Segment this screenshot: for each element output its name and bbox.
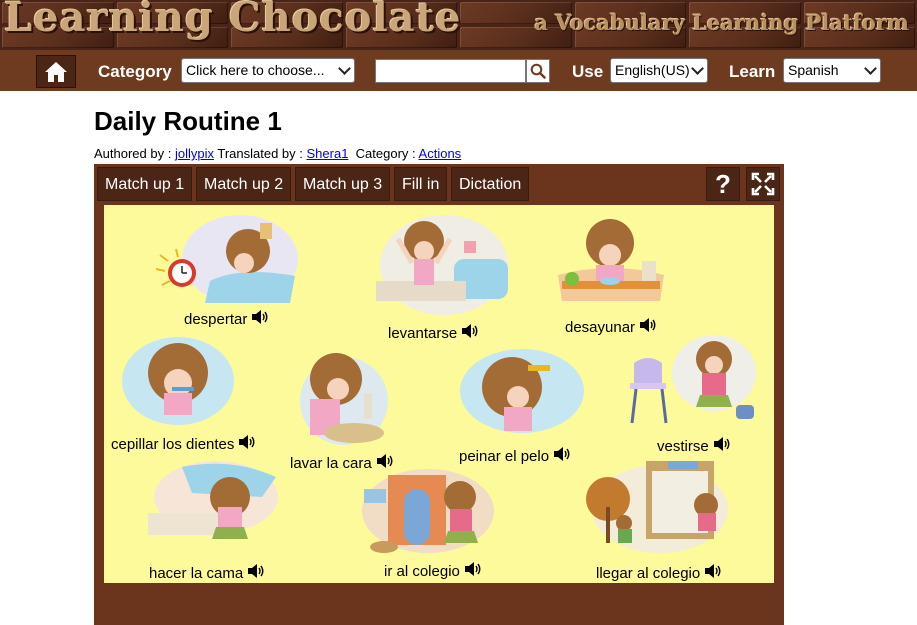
use-language-select[interactable]: English(US)	[610, 58, 708, 83]
category-select-value: Click here to choose...	[186, 62, 325, 78]
site-tagline: a Vocabulary Learning Platform	[534, 10, 909, 35]
speaker-icon[interactable]	[713, 436, 731, 456]
category-label: Category	[98, 62, 172, 81]
chevron-down-icon	[338, 62, 351, 75]
learn-language-select[interactable]: Spanish	[783, 58, 881, 83]
translated-by-label: Translated by :	[217, 146, 303, 161]
word-label: ir al colegio	[384, 562, 460, 580]
category-select[interactable]: Click here to choose...	[181, 58, 355, 83]
word-label: llegar al colegio	[596, 564, 701, 582]
use-label: Use	[572, 62, 604, 81]
use-language-value: English(US)	[615, 62, 690, 78]
word-label: vestirse	[657, 437, 709, 455]
word-peinar-el-pelo[interactable]: peinar el pelo	[459, 446, 571, 466]
word-vestirse[interactable]: vestirse	[657, 436, 731, 456]
word-llegar-al-colegio[interactable]: llegar al colegio	[596, 563, 722, 583]
translator-link[interactable]: Shera1	[307, 146, 349, 161]
home-button[interactable]	[36, 55, 76, 88]
tab-dictation[interactable]: Dictation	[451, 167, 530, 201]
site-logo[interactable]: Learning Chocolate	[4, 0, 462, 41]
tab-match-up-3[interactable]: Match up 3	[295, 167, 391, 201]
picture-vestirse	[622, 333, 758, 427]
fullscreen-icon	[751, 172, 775, 196]
word-label: cepillar los dientes	[111, 435, 235, 453]
word-levantarse[interactable]: levantarse	[388, 323, 479, 343]
help-icon: ?	[715, 168, 731, 199]
nav-bar: Category Click here to choose... Use Eng…	[0, 50, 917, 91]
word-label: peinar el pelo	[459, 447, 550, 465]
tab-match-up-2[interactable]: Match up 2	[196, 167, 292, 201]
chevron-down-icon	[864, 62, 877, 75]
speaker-icon[interactable]	[247, 563, 265, 583]
vocabulary-board: despertar levantarse desayunar cepillar …	[104, 205, 774, 583]
word-ir-al-colegio[interactable]: ir al colegio	[384, 561, 482, 581]
tab-match-up-1[interactable]: Match up 1	[97, 167, 193, 201]
page-title: Daily Routine 1	[94, 106, 282, 136]
home-icon	[45, 61, 67, 82]
category-meta-label: Category :	[355, 146, 416, 161]
fullscreen-button[interactable]	[746, 167, 780, 201]
picture-lavar-la-cara	[290, 345, 390, 449]
speaker-icon[interactable]	[704, 563, 722, 583]
word-hacer-la-cama[interactable]: hacer la cama	[149, 563, 265, 583]
activity-panel: Match up 1 Match up 2 Match up 3 Fill in…	[94, 164, 784, 625]
authored-by-label: Authored by :	[94, 146, 172, 161]
picture-cepillar-los-dientes	[116, 329, 236, 427]
help-button[interactable]: ?	[706, 167, 740, 201]
picture-ir-al-colegio	[358, 467, 498, 559]
word-label: hacer la cama	[149, 564, 244, 582]
speaker-icon[interactable]	[553, 446, 571, 466]
picture-peinar-el-pelo	[456, 345, 586, 441]
speaker-icon[interactable]	[464, 561, 482, 581]
category-link[interactable]: Actions	[419, 146, 462, 161]
site-banner: Learning Chocolate a Vocabulary Learning…	[0, 0, 917, 50]
page-meta: Authored by : jollypix Translated by : S…	[94, 146, 461, 161]
speaker-icon[interactable]	[251, 309, 269, 329]
picture-levantarse	[372, 211, 512, 319]
word-label: despertar	[184, 310, 248, 328]
speaker-icon[interactable]	[461, 323, 479, 343]
picture-despertar	[140, 211, 300, 307]
search-button[interactable]	[526, 59, 550, 83]
chevron-down-icon	[691, 62, 704, 75]
word-despertar[interactable]: despertar	[184, 309, 269, 329]
learn-language-value: Spanish	[788, 62, 839, 78]
word-label: levantarse	[388, 324, 458, 342]
tab-fill-in[interactable]: Fill in	[394, 167, 448, 201]
word-cepillar-los-dientes[interactable]: cepillar los dientes	[111, 434, 256, 454]
speaker-icon[interactable]	[238, 434, 256, 454]
picture-desayunar	[556, 209, 666, 305]
author-link[interactable]: jollypix	[175, 146, 214, 161]
search-input[interactable]	[375, 59, 526, 83]
learn-label: Learn	[729, 62, 776, 81]
picture-llegar-al-colegio	[580, 457, 730, 557]
picture-hacer-la-cama	[142, 457, 282, 553]
search-icon	[530, 63, 546, 79]
